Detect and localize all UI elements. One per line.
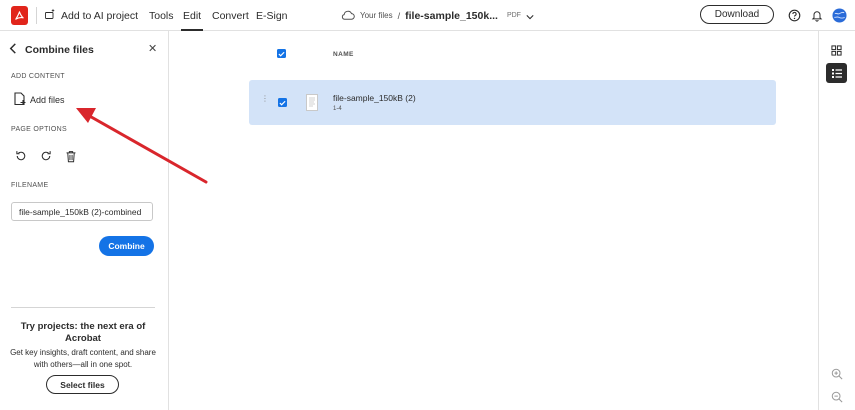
add-files-button[interactable]: Add files xyxy=(14,92,65,108)
menu-convert-label: Convert xyxy=(212,9,249,22)
avatar-icon[interactable] xyxy=(831,7,847,23)
list-view-icon[interactable] xyxy=(826,63,847,83)
add-content-label: ADD CONTENT xyxy=(11,73,65,80)
rotate-left-icon[interactable] xyxy=(14,149,28,163)
filename-label: FILENAME xyxy=(11,182,49,189)
drag-handle-icon[interactable]: ⋮ xyxy=(261,95,270,103)
combine-label: Combine xyxy=(108,241,145,251)
divider xyxy=(11,307,155,308)
combine-button[interactable]: Combine xyxy=(99,236,154,256)
file-list-area: NAME ⋮ file-sample_150kB (2) 1-4 xyxy=(170,31,818,410)
combine-files-panel: Combine files ✕ ADD CONTENT Add files PA… xyxy=(0,31,169,410)
panel-title: Combine files xyxy=(25,44,94,56)
cloud-icon xyxy=(341,7,355,25)
breadcrumb-separator: / xyxy=(397,10,401,21)
rotate-right-icon[interactable] xyxy=(39,149,53,163)
trash-icon[interactable] xyxy=(64,149,78,163)
page-options-toolbar xyxy=(14,149,78,163)
file-name: file-sample_150kB (2) xyxy=(333,93,416,103)
add-files-label: Add files xyxy=(30,95,65,105)
add-to-ai-project-label: Add to AI project xyxy=(61,9,139,22)
file-thumbnail xyxy=(306,94,318,111)
select-all-checkbox[interactable] xyxy=(277,49,286,58)
close-icon[interactable]: ✕ xyxy=(148,42,157,55)
column-header-name[interactable]: NAME xyxy=(333,51,354,58)
page-options-label: PAGE OPTIONS xyxy=(11,126,67,133)
menu-edit[interactable]: Edit xyxy=(180,0,204,31)
acrobat-logo-icon[interactable] xyxy=(11,6,28,25)
top-bar: Add to AI project Tools Edit Convert E-S… xyxy=(0,0,855,31)
grid-view-icon[interactable] xyxy=(826,40,847,60)
download-button[interactable]: Download xyxy=(700,5,774,24)
file-row[interactable]: ⋮ file-sample_150kB (2) 1-4 xyxy=(249,80,776,125)
menu-edit-label: Edit xyxy=(183,9,202,22)
download-label: Download xyxy=(714,9,760,20)
chevron-down-icon[interactable] xyxy=(526,7,534,25)
file-type-badge: PDF xyxy=(506,12,521,19)
promo-body: Get key insights, draft content, and sha… xyxy=(10,348,156,369)
file-checkbox[interactable] xyxy=(278,98,287,107)
menu-tools-label: Tools xyxy=(149,9,174,22)
bell-icon[interactable] xyxy=(809,7,825,23)
add-file-icon xyxy=(14,92,26,108)
panel-header: Combine files xyxy=(9,41,94,59)
filename-input[interactable] xyxy=(11,202,153,221)
zoom-in-icon[interactable] xyxy=(826,364,847,384)
breadcrumb-file[interactable]: file-sample_150k... xyxy=(405,10,498,22)
select-files-button[interactable]: Select files xyxy=(46,375,119,394)
menu-convert[interactable]: Convert xyxy=(212,0,249,31)
sparkle-folder-icon xyxy=(44,8,56,23)
menu-esign-label: E-Sign xyxy=(256,9,288,22)
zoom-out-icon[interactable] xyxy=(826,387,847,407)
menu-esign[interactable]: E-Sign xyxy=(256,0,288,31)
breadcrumb: Your files / file-sample_150k... PDF xyxy=(341,0,534,31)
menu-tools[interactable]: Tools xyxy=(149,0,174,31)
right-rail xyxy=(818,31,855,410)
file-page-range: 1-4 xyxy=(333,106,342,112)
divider xyxy=(36,7,37,24)
add-to-ai-project-button[interactable]: Add to AI project xyxy=(44,7,138,24)
promo-title: Try projects: the next era of Acrobat xyxy=(20,321,146,344)
select-files-label: Select files xyxy=(60,379,105,390)
back-chevron-icon[interactable] xyxy=(9,41,17,59)
help-icon[interactable] xyxy=(786,7,802,23)
breadcrumb-root[interactable]: Your files xyxy=(360,11,393,20)
